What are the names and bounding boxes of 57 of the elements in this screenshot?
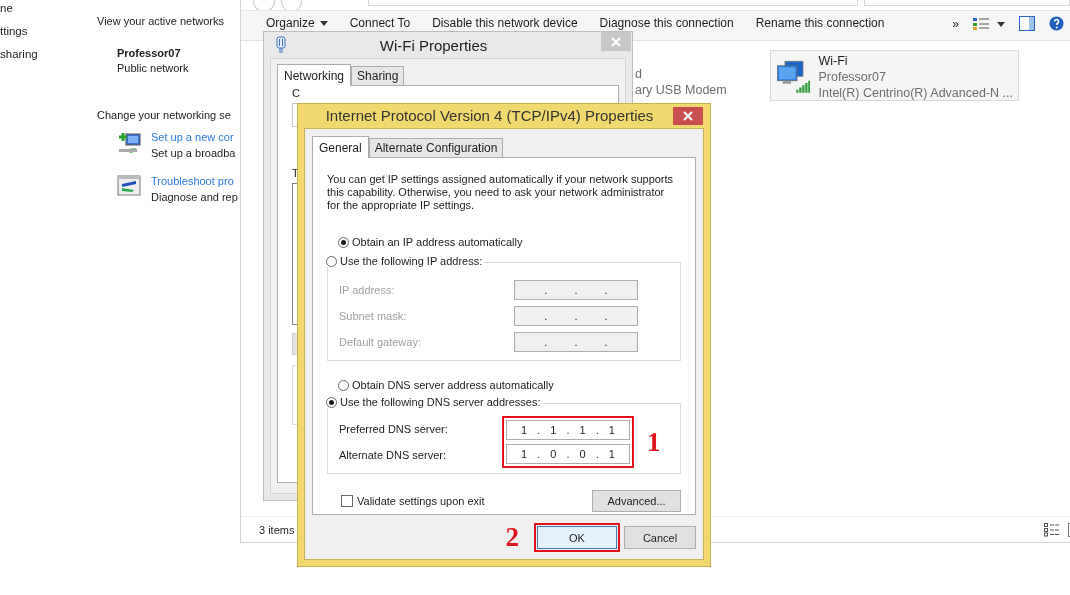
tab[interactable]: Networking: [277, 64, 352, 86]
window-title: Internet Protocol Version 4 (TCP/IPv4) Properties: [324, 106, 655, 124]
section-heading: Change your networking se: [97, 109, 232, 121]
view-options-icon[interactable]: [973, 16, 1005, 31]
nav-link[interactable]: sharing: [0, 47, 97, 62]
toolbar-button[interactable]: Disable this network device: [432, 16, 590, 30]
field-label: Alternate DNS server:: [339, 449, 447, 461]
dialog-button[interactable]: OK: [537, 526, 617, 549]
tab[interactable]: Sharing: [351, 66, 405, 85]
advanced-button[interactable]: Advanced...: [592, 490, 681, 512]
connection-device: Intel(R) Centrino(R) Advanced-N ...: [818, 86, 1013, 100]
network-category: Public network: [117, 62, 190, 74]
network-plus-icon: [117, 131, 141, 155]
description-text: You can get IP settings assigned automatically if your network supports this capability. Otherwise, you need to ask your network administrator for the appropriate IP settings.: [327, 173, 675, 212]
connection-name: d: [635, 67, 643, 81]
dialog-button[interactable]: Cancel: [624, 526, 696, 549]
task-description: Set up a broadba: [151, 147, 236, 159]
toolbar-button[interactable]: Organize: [266, 16, 340, 30]
connection-device: ary USB Modem: [635, 83, 727, 97]
adapter-icon: [276, 36, 286, 54]
section-heading: View your active networks: [97, 15, 225, 27]
field-label: IP address:: [339, 284, 396, 296]
close-button[interactable]: [673, 107, 703, 125]
radio-option[interactable]: Use the following DNS server addresses:: [326, 396, 543, 408]
field-label: Subnet mask:: [339, 310, 408, 322]
connection-network: Professor07: [818, 70, 887, 84]
tab[interactable]: Alternate Configuration: [368, 138, 504, 157]
preview-pane-icon[interactable]: [1019, 16, 1035, 31]
close-icon: [611, 36, 621, 47]
task-link[interactable]: Troubleshoot pro: [151, 175, 238, 187]
field-label: Preferred DNS server:: [339, 423, 449, 435]
task-link[interactable]: Set up a new cor: [151, 131, 236, 143]
troubleshoot-icon: [117, 175, 141, 197]
step-number: 2: [505, 522, 519, 553]
window-title: Wi-Fi Properties: [378, 36, 489, 54]
help-icon[interactable]: [1049, 16, 1064, 31]
toolbar-button[interactable]: Connect To: [349, 16, 423, 30]
network-name: Professor07: [117, 47, 182, 59]
close-icon: [683, 111, 693, 121]
details-view-icon[interactable]: [1044, 522, 1060, 537]
ip-address-field[interactable]: 1 . 1 . 1 . 1: [506, 420, 630, 440]
step-number: 1: [647, 426, 661, 458]
toolbar-button[interactable]: Diagnose this connection: [599, 16, 746, 30]
more-button[interactable]: »: [952, 16, 959, 31]
tab[interactable]: General: [312, 136, 369, 158]
connection-tile[interactable]: Wi-Fi Professor07 Intel(R) Centrino(R) Advanced-N ...: [770, 50, 1019, 101]
field-label: C: [292, 87, 301, 99]
nav-link[interactable]: ttings: [0, 24, 97, 39]
status-text: 3 items: [259, 523, 295, 536]
connection-name: Wi-Fi: [818, 54, 849, 68]
toolbar-button[interactable]: Rename this connection: [755, 16, 897, 30]
field-label: Default gateway:: [339, 336, 422, 348]
connection-item[interactable]: d ary USB Modem: [635, 67, 727, 97]
task-description: Diagnose and rep: [151, 191, 238, 203]
validate-checkbox[interactable]: Validate settings upon exit: [341, 495, 485, 507]
nav-link[interactable]: ne: [0, 1, 97, 16]
ip-address-field[interactable]: 1 . 0 . 0 . 1: [506, 444, 630, 464]
